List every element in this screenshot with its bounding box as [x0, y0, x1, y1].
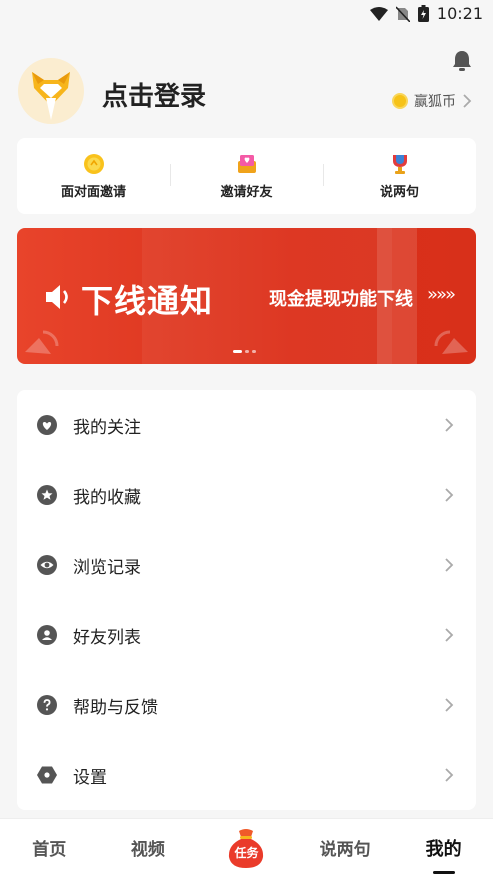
- heart-icon: [37, 415, 57, 435]
- chevron-right-icon: [463, 94, 472, 108]
- megaphone-deco-icon: [25, 330, 59, 354]
- menu-list: 我的关注 我的收藏 浏览记录 好友列表 帮助与反馈 设置: [17, 390, 476, 810]
- quick-label: 邀请好友: [220, 184, 273, 200]
- tab-comment[interactable]: 说两句: [296, 819, 395, 876]
- banner-title: 下线通知: [81, 282, 214, 320]
- bottom-tab-bar: 首页 视频 任务 说两句 我的: [0, 818, 493, 876]
- coins-link[interactable]: 赢狐币: [392, 91, 472, 111]
- quick-actions: 面对面邀请 邀请好友 说两句: [17, 138, 476, 214]
- chevron-right-icon: [445, 628, 454, 642]
- menu-label: 我的收藏: [73, 487, 141, 508]
- help-icon: [37, 695, 57, 715]
- person-icon: [37, 625, 57, 645]
- trophy-icon: [392, 154, 407, 174]
- carousel-dot-active: [233, 350, 242, 353]
- banner-arrows: »»»: [427, 284, 456, 305]
- wifi-icon: [369, 6, 388, 21]
- avatar[interactable]: [18, 58, 84, 124]
- tab-home[interactable]: 首页: [0, 819, 99, 876]
- gift-heart-icon: [237, 154, 256, 173]
- menu-item-friends[interactable]: 好友列表: [17, 600, 476, 670]
- chevron-right-icon: [445, 418, 454, 432]
- tab-video[interactable]: 视频: [99, 819, 198, 876]
- quick-label: 面对面邀请: [60, 184, 126, 200]
- banner-subtitle: 现金提现功能下线: [269, 289, 413, 310]
- coins-label: 赢狐币: [414, 94, 456, 110]
- quick-item-face-invite[interactable]: 面对面邀请: [17, 138, 170, 214]
- fox-logo-icon: [32, 72, 70, 120]
- megaphone-deco-icon: [434, 330, 468, 354]
- speaker-icon: [46, 285, 68, 309]
- menu-label: 我的关注: [73, 417, 141, 438]
- menu-item-favorites[interactable]: 我的收藏: [17, 460, 476, 530]
- profile-header: 点击登录 赢狐币: [18, 58, 476, 128]
- status-bar: 10:21: [0, 0, 493, 30]
- coin-icon: [83, 153, 104, 174]
- quick-item-invite-friends[interactable]: 邀请好友: [170, 138, 323, 214]
- tab-mine[interactable]: 我的: [394, 819, 493, 876]
- menu-item-help[interactable]: 帮助与反馈: [17, 670, 476, 740]
- tab-tasks[interactable]: 任务: [197, 819, 296, 876]
- menu-label: 好友列表: [73, 627, 141, 648]
- chevron-right-icon: [445, 558, 454, 572]
- menu-label: 帮助与反馈: [73, 697, 158, 718]
- task-bag-icon: 任务: [225, 827, 267, 869]
- settings-icon: [37, 766, 57, 784]
- menu-item-following[interactable]: 我的关注: [17, 390, 476, 460]
- battery-charging-icon: [417, 5, 429, 22]
- carousel-dot: [252, 350, 256, 353]
- menu-item-settings[interactable]: 设置: [17, 740, 476, 810]
- star-icon: [37, 485, 57, 505]
- menu-label: 设置: [73, 767, 107, 788]
- coin-icon: [392, 93, 408, 109]
- carousel-dot: [245, 350, 249, 353]
- login-text[interactable]: 点击登录: [102, 76, 206, 113]
- quick-item-comment[interactable]: 说两句: [323, 138, 476, 214]
- chevron-right-icon: [445, 768, 454, 782]
- status-time: 10:21: [436, 4, 483, 23]
- chevron-right-icon: [445, 488, 454, 502]
- menu-item-history[interactable]: 浏览记录: [17, 530, 476, 600]
- carousel-indicator: [233, 350, 256, 353]
- notice-banner[interactable]: 下线通知 现金提现功能下线 »»»: [17, 228, 476, 364]
- chevron-right-icon: [445, 698, 454, 712]
- status-icons: 10:21: [369, 4, 483, 23]
- eye-icon: [37, 555, 57, 575]
- quick-label: 说两句: [379, 184, 419, 200]
- menu-label: 浏览记录: [73, 557, 141, 578]
- no-sim-icon: [395, 5, 410, 22]
- tab-tasks-label: 任务: [234, 845, 259, 860]
